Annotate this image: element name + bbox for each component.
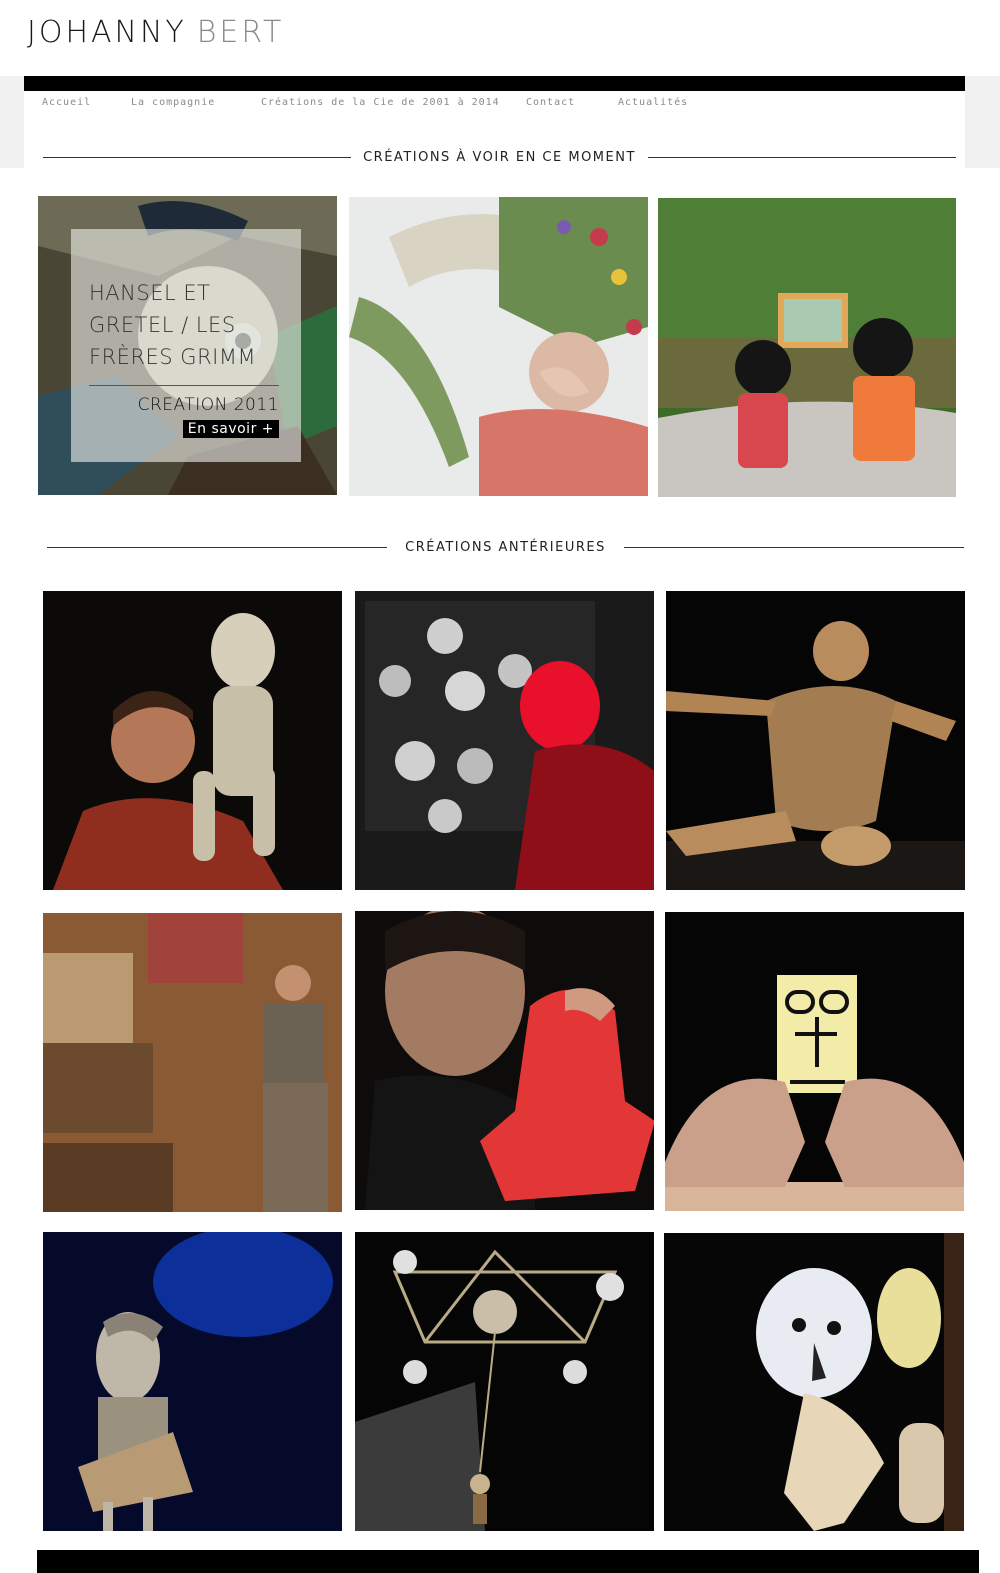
nav-item-actualites[interactable]: Actualités (618, 97, 718, 108)
creation-tile-hansel-gretel[interactable]: HANSEL ET GRETEL / LES FRÈRES GRIMM CREA… (38, 196, 337, 495)
creation-tile-2[interactable] (349, 197, 648, 496)
divider-line (89, 385, 279, 386)
featured-overlay: HANSEL ET GRETEL / LES FRÈRES GRIMM CREA… (71, 229, 301, 462)
nav-item-creations[interactable]: Créations de la Cie de 2001 à 2014 (261, 97, 526, 108)
nav-item-compagnie[interactable]: La compagnie (131, 97, 261, 108)
flower-crown-photo-icon (349, 197, 648, 496)
previous-creation-tile-8[interactable] (355, 1232, 654, 1531)
section-title-previous: CRÉATIONS ANTÉRIEURES (405, 540, 606, 555)
logo-first-name: JOHANNY (27, 15, 187, 50)
featured-title: HANSEL ET GRETEL / LES FRÈRES GRIMM (89, 281, 257, 369)
toy-figures-photo-icon (658, 198, 956, 497)
divider-line (623, 547, 965, 548)
previous-creation-tile-5[interactable] (355, 911, 654, 1210)
main-nav: Accueil La compagnie Créations de la Cie… (42, 97, 718, 108)
white-puppet-photo-icon (664, 1233, 964, 1531)
previous-creation-tile-6[interactable] (665, 912, 964, 1211)
section-header-previous: CRÉATIONS ANTÉRIEURES (47, 540, 965, 555)
previous-creation-tile-4[interactable] (43, 913, 342, 1212)
divider-line (47, 547, 388, 548)
creation-tile-3[interactable] (658, 198, 956, 497)
section-title-current: CRÉATIONS À VOIR EN CE MOMENT (363, 150, 636, 165)
featured-subtitle: CREATION 2011 (137, 395, 279, 415)
junk-stage-photo-icon (43, 913, 342, 1212)
red-foam-puppet-photo-icon (355, 911, 654, 1210)
opera-puppet-photo-icon (43, 1232, 342, 1531)
nav-item-contact[interactable]: Contact (526, 97, 618, 108)
man-with-puppet-photo-icon (43, 591, 342, 890)
site-header: JOHANNY BERT (0, 0, 1000, 76)
divider-line (43, 157, 352, 158)
red-mask-photo-icon (355, 591, 654, 890)
divider-line (647, 157, 957, 158)
previous-creation-tile-7[interactable] (43, 1232, 342, 1531)
paper-puppet-photo-icon (666, 591, 965, 890)
section-header-current: CRÉATIONS À VOIR EN CE MOMENT (43, 150, 957, 165)
site-logo[interactable]: JOHANNY BERT (27, 18, 284, 48)
logo-last-name: BERT (196, 15, 285, 50)
previous-creation-tile-2[interactable] (355, 591, 654, 890)
finger-puppet-photo-icon (665, 912, 964, 1211)
nav-item-accueil[interactable]: Accueil (42, 97, 131, 108)
previous-creation-tile-9[interactable] (664, 1233, 964, 1531)
previous-creation-tile-3[interactable] (666, 591, 965, 890)
learn-more-button[interactable]: En savoir + (182, 420, 279, 438)
top-bar (24, 76, 965, 91)
mobile-sculpture-photo-icon (355, 1232, 654, 1531)
footer-bar (37, 1550, 979, 1573)
previous-creation-tile-1[interactable] (43, 591, 342, 890)
